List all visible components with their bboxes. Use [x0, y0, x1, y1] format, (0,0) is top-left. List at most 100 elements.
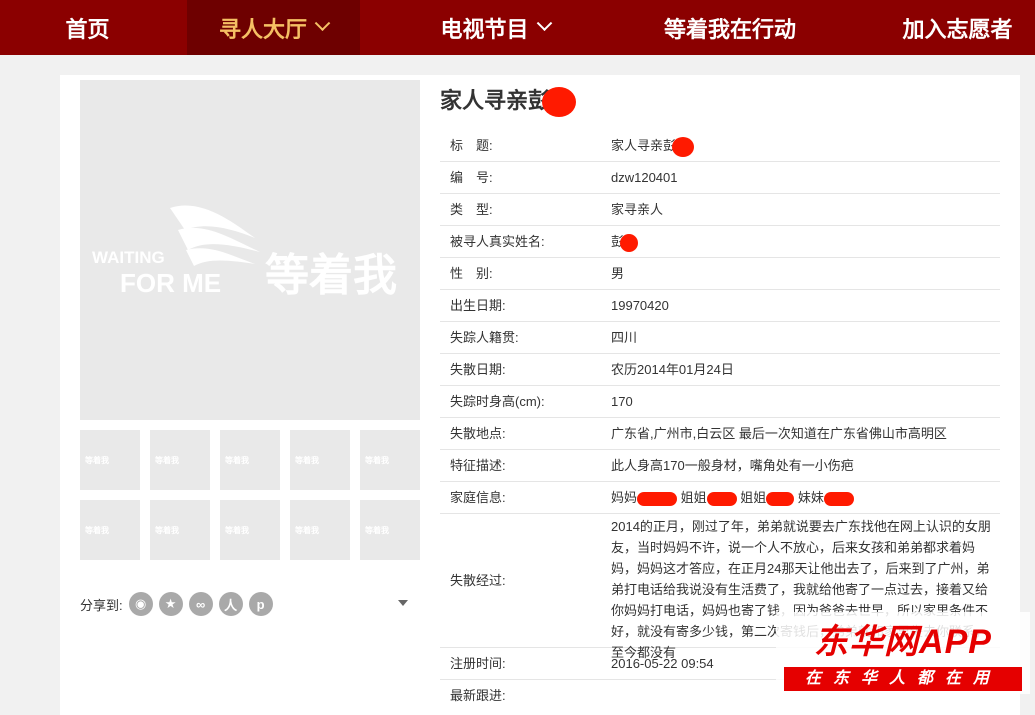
nav-item-in-action[interactable]: 等着我在行动: [650, 0, 810, 55]
thumbnail[interactable]: 等着我: [220, 430, 280, 490]
qzone-star-icon[interactable]: ★: [158, 592, 183, 616]
info-row-lost-date: 失散日期: 农历2014年01月24日: [440, 354, 1000, 386]
info-value: 家人寻亲彭: [611, 130, 1000, 161]
share-label: 分享到:: [80, 597, 123, 613]
thumbnail[interactable]: 等着我: [290, 500, 350, 560]
nav-item-volunteer[interactable]: 加入志愿者: [890, 0, 1025, 55]
title-value: 家人寻亲彭: [611, 138, 677, 153]
info-label: 失散日期:: [450, 362, 506, 377]
info-label: 家庭信息:: [450, 490, 506, 505]
info-row-place: 失散地点: 广东省,广州市,白云区 最后一次知道在广东省佛山市高明区: [440, 418, 1000, 450]
info-label: 性 别:: [450, 266, 493, 281]
family-sis1: 姐姐: [680, 490, 707, 505]
info-row-type: 类 型: 家寻亲人: [440, 194, 1000, 226]
nav-search-hall-label: 寻人大厅: [218, 16, 307, 42]
logo-en-1: WAITING: [92, 248, 165, 267]
info-label: 被寻人真实姓名:: [450, 234, 545, 249]
nav-item-search-hall[interactable]: 寻人大厅: [187, 0, 360, 55]
info-label: 失散经过:: [450, 573, 506, 588]
thumbnail[interactable]: 等着我: [150, 430, 210, 490]
info-row-family: 家庭信息: 妈妈 姐姐 姐姐 妹妹: [440, 482, 1000, 514]
info-value: 19970420: [611, 298, 669, 313]
thumb-logo: 等着我: [85, 456, 109, 465]
logo-en-2: FOR ME: [120, 268, 221, 298]
nav-item-tv-shows[interactable]: 电视节目: [420, 0, 570, 55]
renren-icon[interactable]: 人: [218, 592, 243, 616]
waiting-for-me-logo: WAITING FOR ME 等着我: [92, 205, 397, 300]
info-value: 家寻亲人: [611, 202, 664, 217]
redaction-mark: [672, 136, 695, 157]
info-label: 出生日期:: [450, 298, 506, 313]
app-watermark: 东华网APP 在东华人都在用: [776, 612, 1030, 694]
info-label: 失踪时身高(cm):: [450, 394, 545, 409]
thumb-logo: 等着我: [225, 526, 249, 535]
pinterest-icon[interactable]: p: [248, 592, 273, 616]
info-value: 彭: [611, 226, 1000, 257]
info-value: 男: [611, 266, 625, 281]
nav-home-label: 首页: [65, 16, 110, 42]
info-label: 最新跟进:: [450, 688, 506, 703]
info-label: 失踪人籍贯:: [450, 330, 519, 345]
thumbnail[interactable]: 等着我: [80, 500, 140, 560]
thumb-logo: 等着我: [365, 526, 389, 535]
nav-action-label: 等着我在行动: [663, 16, 796, 42]
family-mom: 妈妈: [611, 490, 638, 505]
info-label: 标 题:: [450, 138, 493, 153]
redaction-mark: [766, 491, 795, 506]
info-row-id: 编 号: dzw120401: [440, 162, 1000, 194]
info-value: 广东省,广州市,白云区 最后一次知道在广东省佛山市高明区: [611, 426, 947, 441]
info-value: dzw120401: [611, 170, 678, 185]
info-label: 注册时间:: [450, 656, 506, 671]
thumb-logo: 等着我: [155, 526, 179, 535]
thumbnail[interactable]: 等着我: [80, 430, 140, 490]
family-sis3: 妹妹: [797, 490, 824, 505]
nav-tv-label: 电视节目: [440, 16, 529, 42]
watermark-title: 东华网APP: [814, 623, 992, 661]
redaction-mark: [637, 491, 678, 506]
thumbnail[interactable]: 等着我: [150, 500, 210, 560]
main-photo[interactable]: WAITING FOR ME 等着我: [80, 80, 420, 420]
info-value: 农历2014年01月24日: [611, 362, 734, 377]
info-row-origin: 失踪人籍贯: 四川: [440, 322, 1000, 354]
thumb-logo: 等着我: [85, 526, 109, 535]
redaction-mark: [620, 233, 639, 252]
info-value: 此人身高170一般身材，嘴角处有一小伤疤: [611, 458, 854, 473]
info-row-title: 标 题: 家人寻亲彭: [440, 130, 1000, 162]
info-label: 特征描述:: [450, 458, 506, 473]
info-value: 妈妈 姐姐 姐姐 妹妹: [611, 482, 1000, 513]
info-value: 170: [611, 394, 633, 409]
info-row-feature: 特征描述: 此人身高170一般身材，嘴角处有一小伤疤: [440, 450, 1000, 482]
redaction-mark: [542, 87, 577, 118]
info-label: 失散地点:: [450, 426, 506, 441]
wechat-icon[interactable]: ∞: [188, 592, 213, 616]
weibo-icon[interactable]: ◉: [128, 592, 153, 616]
info-row-gender: 性 别: 男: [440, 258, 1000, 290]
info-row-birth: 出生日期: 19970420: [440, 290, 1000, 322]
info-label: 类 型:: [450, 202, 493, 217]
thumb-logo: 等着我: [295, 456, 319, 465]
thumb-logo: 等着我: [365, 456, 389, 465]
top-nav: 首页 寻人大厅 电视节目 等着我在行动 加入志愿者: [0, 0, 1035, 55]
info-label: 编 号:: [450, 170, 493, 185]
info-value: 四川: [611, 330, 638, 345]
info-row-height: 失踪时身高(cm): 170: [440, 386, 1000, 418]
nav-volunteer-label: 加入志愿者: [902, 16, 1013, 42]
page-title: 家人寻亲彭: [440, 83, 577, 118]
watermark-slogan: 在东华人都在用: [784, 667, 1022, 691]
thumbnail[interactable]: 等着我: [360, 500, 420, 560]
redaction-mark: [823, 491, 854, 506]
nav-item-home[interactable]: 首页: [40, 0, 135, 55]
thumb-logo: 等着我: [295, 526, 319, 535]
thumb-logo: 等着我: [225, 456, 249, 465]
thumbnail[interactable]: 等着我: [220, 500, 280, 560]
thumbnail[interactable]: 等着我: [360, 430, 420, 490]
family-sis2: 姐姐: [740, 490, 767, 505]
share-more-caret-icon[interactable]: [398, 600, 408, 606]
thumb-logo: 等着我: [155, 456, 179, 465]
thumbnail[interactable]: 等着我: [290, 430, 350, 490]
chevron-down-icon: [536, 15, 552, 32]
share-bar: 分享到: ◉ ★ ∞ 人 p: [80, 592, 273, 616]
logo-cn: 等着我: [265, 250, 397, 300]
redaction-mark: [706, 491, 737, 506]
page-title-text: 家人寻亲彭: [440, 88, 551, 113]
